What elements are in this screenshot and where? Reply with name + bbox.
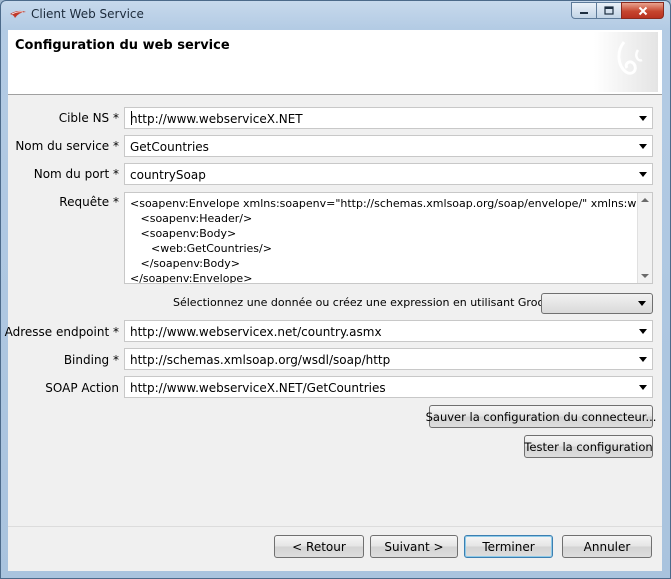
- endpoint-value: http://www.webservicex.net/country.asmx: [130, 325, 382, 339]
- maximize-button[interactable]: [596, 2, 622, 19]
- app-icon: [10, 10, 26, 18]
- minimize-button[interactable]: [571, 2, 597, 19]
- chevron-down-icon[interactable]: [638, 301, 646, 306]
- cible-ns-value: http://www.webserviceX.NET: [130, 112, 303, 126]
- endpoint-label: Adresse endpoint *: [4, 325, 119, 339]
- requete-scrollbar[interactable]: [637, 193, 652, 283]
- nom-port-value: countrySoap: [130, 168, 206, 182]
- binding-value: http://schemas.xmlsoap.org/wsdl/soap/htt…: [130, 353, 391, 367]
- cible-ns-label: Cible NS *: [58, 111, 119, 125]
- groovy-expression-combo[interactable]: [541, 293, 653, 314]
- requete-label: Requête *: [59, 195, 119, 209]
- window-title: Client Web Service: [31, 7, 144, 21]
- groovy-label: Sélectionnez une donnée ou créez une exp…: [173, 296, 558, 309]
- chevron-down-icon[interactable]: [639, 116, 647, 121]
- nom-port-combo[interactable]: countrySoap: [124, 163, 653, 185]
- soap-action-combo[interactable]: http://www.webserviceX.NET/GetCountries: [124, 376, 653, 398]
- next-button[interactable]: Suivant >: [370, 535, 458, 558]
- finish-button[interactable]: Terminer: [464, 535, 553, 558]
- cible-ns-combo[interactable]: http://www.webserviceX.NET: [124, 107, 653, 129]
- nom-port-label: Nom du port *: [33, 167, 119, 181]
- endpoint-combo[interactable]: http://www.webservicex.net/country.asmx: [124, 320, 653, 342]
- cancel-button[interactable]: Annuler: [562, 535, 652, 558]
- test-configuration-button[interactable]: Tester la configuration: [524, 435, 653, 458]
- nom-service-combo[interactable]: GetCountries: [124, 135, 653, 157]
- scroll-down-icon[interactable]: [641, 274, 649, 278]
- binding-label: Binding *: [63, 353, 119, 367]
- save-configuration-button[interactable]: Sauver la configuration du connecteur...: [426, 405, 656, 428]
- bonita-logo-icon: [594, 32, 658, 92]
- soap-action-label: SOAP Action: [45, 381, 119, 395]
- back-button[interactable]: < Retour: [274, 535, 364, 558]
- requete-textarea[interactable]: <soapenv:Envelope xmlns:soapenv="http://…: [124, 192, 653, 284]
- chevron-down-icon[interactable]: [639, 329, 647, 334]
- chevron-down-icon[interactable]: [639, 172, 647, 177]
- chevron-down-icon[interactable]: [639, 385, 647, 390]
- footer-separator: [8, 526, 662, 527]
- soap-action-value: http://www.webserviceX.NET/GetCountries: [130, 381, 386, 395]
- scroll-up-icon[interactable]: [641, 198, 649, 202]
- close-button[interactable]: [621, 2, 664, 19]
- requete-text: <soapenv:Envelope xmlns:soapenv="http://…: [130, 197, 652, 284]
- nom-service-label: Nom du service *: [15, 139, 119, 153]
- title-bar[interactable]: Client Web Service: [1, 1, 670, 29]
- minimize-icon: [580, 11, 588, 14]
- maximize-icon: [604, 6, 614, 15]
- chevron-down-icon[interactable]: [639, 357, 647, 362]
- binding-combo[interactable]: http://schemas.xmlsoap.org/wsdl/soap/htt…: [124, 348, 653, 370]
- window-controls: [571, 2, 664, 20]
- page-title: Configuration du web service: [15, 38, 230, 53]
- app-window: Client Web Service Configuration du web …: [0, 0, 671, 579]
- nom-service-value: GetCountries: [130, 140, 209, 154]
- dialog-body: Configuration du web service Cible NS * …: [4, 30, 662, 571]
- dialog-header: Configuration du web service: [8, 30, 662, 95]
- chevron-down-icon[interactable]: [639, 144, 647, 149]
- close-icon: [638, 6, 647, 15]
